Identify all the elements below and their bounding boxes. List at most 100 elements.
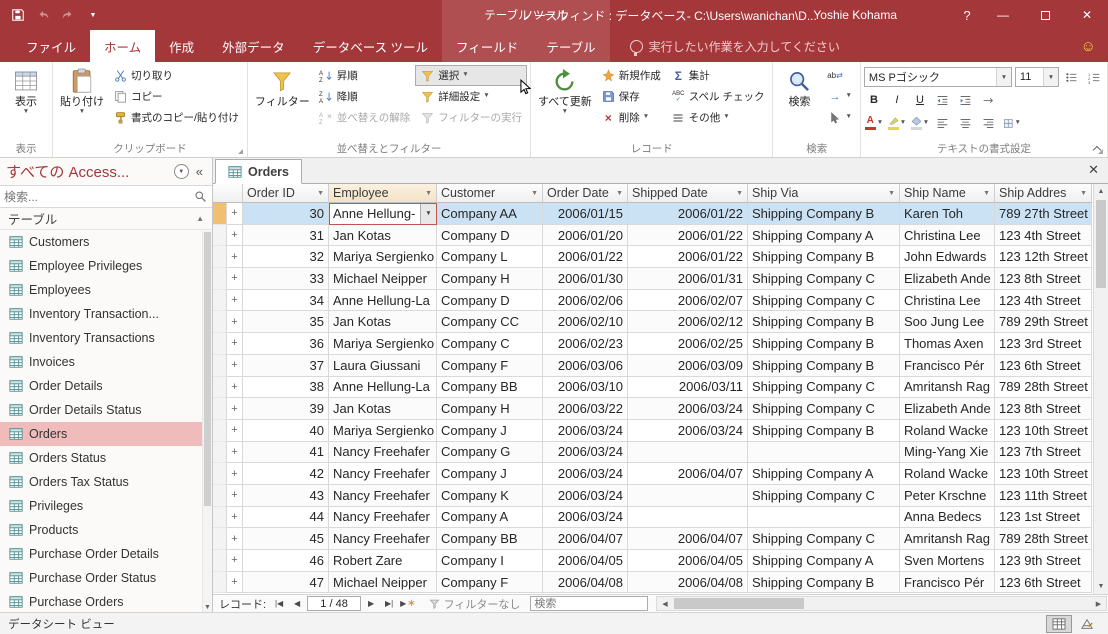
column-dropdown-icon[interactable]: ▼ bbox=[886, 190, 895, 197]
save-record-button[interactable]: 保存 bbox=[596, 86, 666, 107]
table-row-43[interactable]: +43 Nancy Freehafer Company K 2006/03/24 Shi… bbox=[213, 484, 1093, 507]
cell-shipped-date[interactable] bbox=[628, 506, 748, 529]
expand-record-button[interactable]: + bbox=[227, 419, 243, 442]
first-record-button[interactable]: |◀ bbox=[271, 596, 287, 611]
sidebar-item-order-details[interactable]: Order Details bbox=[0, 374, 212, 398]
cell-ship-name[interactable]: Ming-Yang Xie bbox=[900, 441, 995, 464]
underline-button[interactable]: U bbox=[910, 90, 930, 110]
cell-customer[interactable]: Company A bbox=[437, 506, 543, 529]
table-row-46[interactable]: +46 Robert Zare Company I 2006/04/05 2006/04… bbox=[213, 550, 1093, 572]
cell-employee[interactable]: Michael Neipper bbox=[329, 571, 437, 594]
record-position-box[interactable]: 1 / 48 bbox=[307, 596, 362, 611]
cell-employee[interactable]: Jan Kotas bbox=[329, 398, 437, 420]
maximize-button[interactable] bbox=[1024, 0, 1066, 30]
record-selector[interactable] bbox=[213, 528, 227, 550]
cell-customer[interactable]: Company J bbox=[437, 419, 543, 442]
background-color-button[interactable]: ▼ bbox=[910, 113, 930, 133]
record-selector[interactable] bbox=[213, 398, 227, 420]
cell-order-date[interactable]: 2006/01/22 bbox=[543, 246, 628, 269]
cell-ship-addres[interactable]: 789 28th Street bbox=[995, 528, 1092, 550]
table-row-37[interactable]: +37 Laura Giussani Company F 2006/03/06 2006… bbox=[213, 354, 1093, 377]
cell-order-date[interactable]: 2006/02/23 bbox=[543, 333, 628, 355]
cell-customer[interactable]: Company K bbox=[437, 484, 543, 507]
cell-employee[interactable]: Nancy Freehafer bbox=[329, 484, 437, 507]
record-search-input[interactable] bbox=[530, 596, 649, 611]
expand-record-button[interactable]: + bbox=[227, 528, 243, 550]
sidebar-item-purchase-orders[interactable]: Purchase Orders bbox=[0, 590, 212, 612]
cell-order-id[interactable]: 34 bbox=[243, 289, 329, 312]
cell-ship-addres[interactable]: 789 29th Street bbox=[995, 311, 1092, 334]
goto-button[interactable]: → ▼ bbox=[822, 86, 856, 107]
cell-ship-name[interactable]: Elizabeth Ande bbox=[900, 268, 995, 290]
view-button[interactable]: 表示 ▼ bbox=[3, 63, 49, 117]
expand-record-button[interactable]: + bbox=[227, 484, 243, 507]
cell-ship-addres[interactable]: 123 8th Street bbox=[995, 398, 1092, 420]
cell-ship-name[interactable]: Anna Bedecs bbox=[900, 506, 995, 529]
cell-ship-via[interactable]: Shipping Company A bbox=[748, 463, 900, 485]
cell-ship-addres[interactable]: 123 7th Street bbox=[995, 441, 1092, 464]
cell-ship-via[interactable]: Shipping Company B bbox=[748, 571, 900, 594]
cell-shipped-date[interactable]: 2006/04/07 bbox=[628, 463, 748, 485]
table-row-34[interactable]: +34 Anne Hellung-La Company D 2006/02/06 200… bbox=[213, 289, 1093, 312]
scroll-right-icon[interactable]: ▶ bbox=[1091, 597, 1106, 610]
cell-order-date[interactable]: 2006/03/24 bbox=[543, 484, 628, 507]
column-dropdown-icon[interactable]: ▼ bbox=[423, 190, 432, 197]
cell-ship-name[interactable]: Amritansh Rag bbox=[900, 528, 995, 550]
collapse-ribbon-button[interactable] bbox=[1092, 144, 1102, 155]
cell-order-date[interactable]: 2006/03/24 bbox=[543, 419, 628, 442]
ribbon-tab-テーブル[interactable]: テーブル bbox=[532, 30, 609, 62]
replace-button[interactable]: ab ⇄ bbox=[822, 65, 856, 86]
record-selector[interactable] bbox=[213, 463, 227, 485]
navigation-search-input[interactable] bbox=[4, 189, 194, 204]
cell-ship-via[interactable]: Shipping Company A bbox=[748, 550, 900, 572]
cell-ship-addres[interactable]: 123 11th Street bbox=[995, 484, 1092, 507]
cell-employee[interactable]: Anne Hellung-La bbox=[329, 289, 437, 312]
find-button[interactable]: 検索 bbox=[776, 63, 822, 109]
column-header-ship-name[interactable]: Ship Name ▼ bbox=[900, 184, 995, 203]
navigation-pane-title[interactable]: すべての Access... bbox=[6, 161, 170, 182]
previous-record-button[interactable]: ◀ bbox=[289, 596, 305, 611]
cell-ship-via[interactable]: Shipping Company B bbox=[748, 246, 900, 269]
cell-order-id[interactable]: 42 bbox=[243, 463, 329, 485]
feedback-smiley-icon[interactable]: ☺ bbox=[1081, 38, 1096, 55]
record-selector[interactable] bbox=[213, 289, 227, 312]
scroll-left-icon[interactable]: ◀ bbox=[657, 597, 672, 610]
cell-shipped-date[interactable]: 2006/04/07 bbox=[628, 528, 748, 550]
cell-order-date[interactable]: 2006/03/24 bbox=[543, 441, 628, 464]
record-selector[interactable] bbox=[213, 550, 227, 572]
cell-ship-name[interactable]: Francisco Pér bbox=[900, 354, 995, 377]
select-button[interactable]: ▼ bbox=[822, 107, 856, 128]
cell-shipped-date[interactable]: 2006/02/07 bbox=[628, 289, 748, 312]
cell-ship-addres[interactable]: 123 10th Street bbox=[995, 419, 1092, 442]
cell-customer[interactable]: Company J bbox=[437, 463, 543, 485]
table-row-33[interactable]: +33 Michael Neipper Company H 2006/01/30 200… bbox=[213, 268, 1093, 290]
text-direction-button[interactable] bbox=[979, 90, 999, 110]
cell-shipped-date[interactable]: 2006/03/09 bbox=[628, 354, 748, 377]
table-row-40[interactable]: +40 Mariya Sergienko Company J 2006/03/24 20… bbox=[213, 419, 1093, 442]
vertical-scrollbar-thumb[interactable] bbox=[1096, 200, 1106, 288]
indent-decrease-button[interactable] bbox=[933, 90, 953, 110]
record-selector[interactable] bbox=[213, 571, 227, 594]
cell-shipped-date[interactable]: 2006/01/22 bbox=[628, 203, 748, 225]
column-dropdown-icon[interactable]: ▼ bbox=[1078, 190, 1087, 197]
expand-record-button[interactable]: + bbox=[227, 550, 243, 572]
cell-ship-via[interactable]: Shipping Company B bbox=[748, 203, 900, 225]
cell-order-date[interactable]: 2006/03/10 bbox=[543, 376, 628, 399]
expand-record-button[interactable]: + bbox=[227, 333, 243, 355]
cell-customer[interactable]: Company C bbox=[437, 333, 543, 355]
customize-quick-access-icon[interactable]: ▼ bbox=[85, 7, 101, 23]
cell-ship-addres[interactable]: 123 6th Street bbox=[995, 571, 1092, 594]
cell-order-id[interactable]: 43 bbox=[243, 484, 329, 507]
column-dropdown-icon[interactable]: ▼ bbox=[614, 190, 623, 197]
cell-ship-via[interactable]: Shipping Company C bbox=[748, 268, 900, 290]
expand-record-button[interactable]: + bbox=[227, 246, 243, 269]
cell-customer[interactable]: Company F bbox=[437, 354, 543, 377]
cell-ship-name[interactable]: Amritansh Rag bbox=[900, 376, 995, 399]
expand-record-button[interactable]: + bbox=[227, 571, 243, 594]
cell-ship-via[interactable] bbox=[748, 441, 900, 464]
sidebar-item-invoices[interactable]: Invoices bbox=[0, 350, 212, 374]
cell-customer[interactable]: Company D bbox=[437, 224, 543, 247]
sort-ascending-button[interactable]: AZ 昇順 bbox=[314, 65, 416, 86]
table-row-35[interactable]: +35 Jan Kotas Company CC 2006/02/10 2006/02/… bbox=[213, 311, 1093, 334]
cell-order-id[interactable]: 37 bbox=[243, 354, 329, 377]
